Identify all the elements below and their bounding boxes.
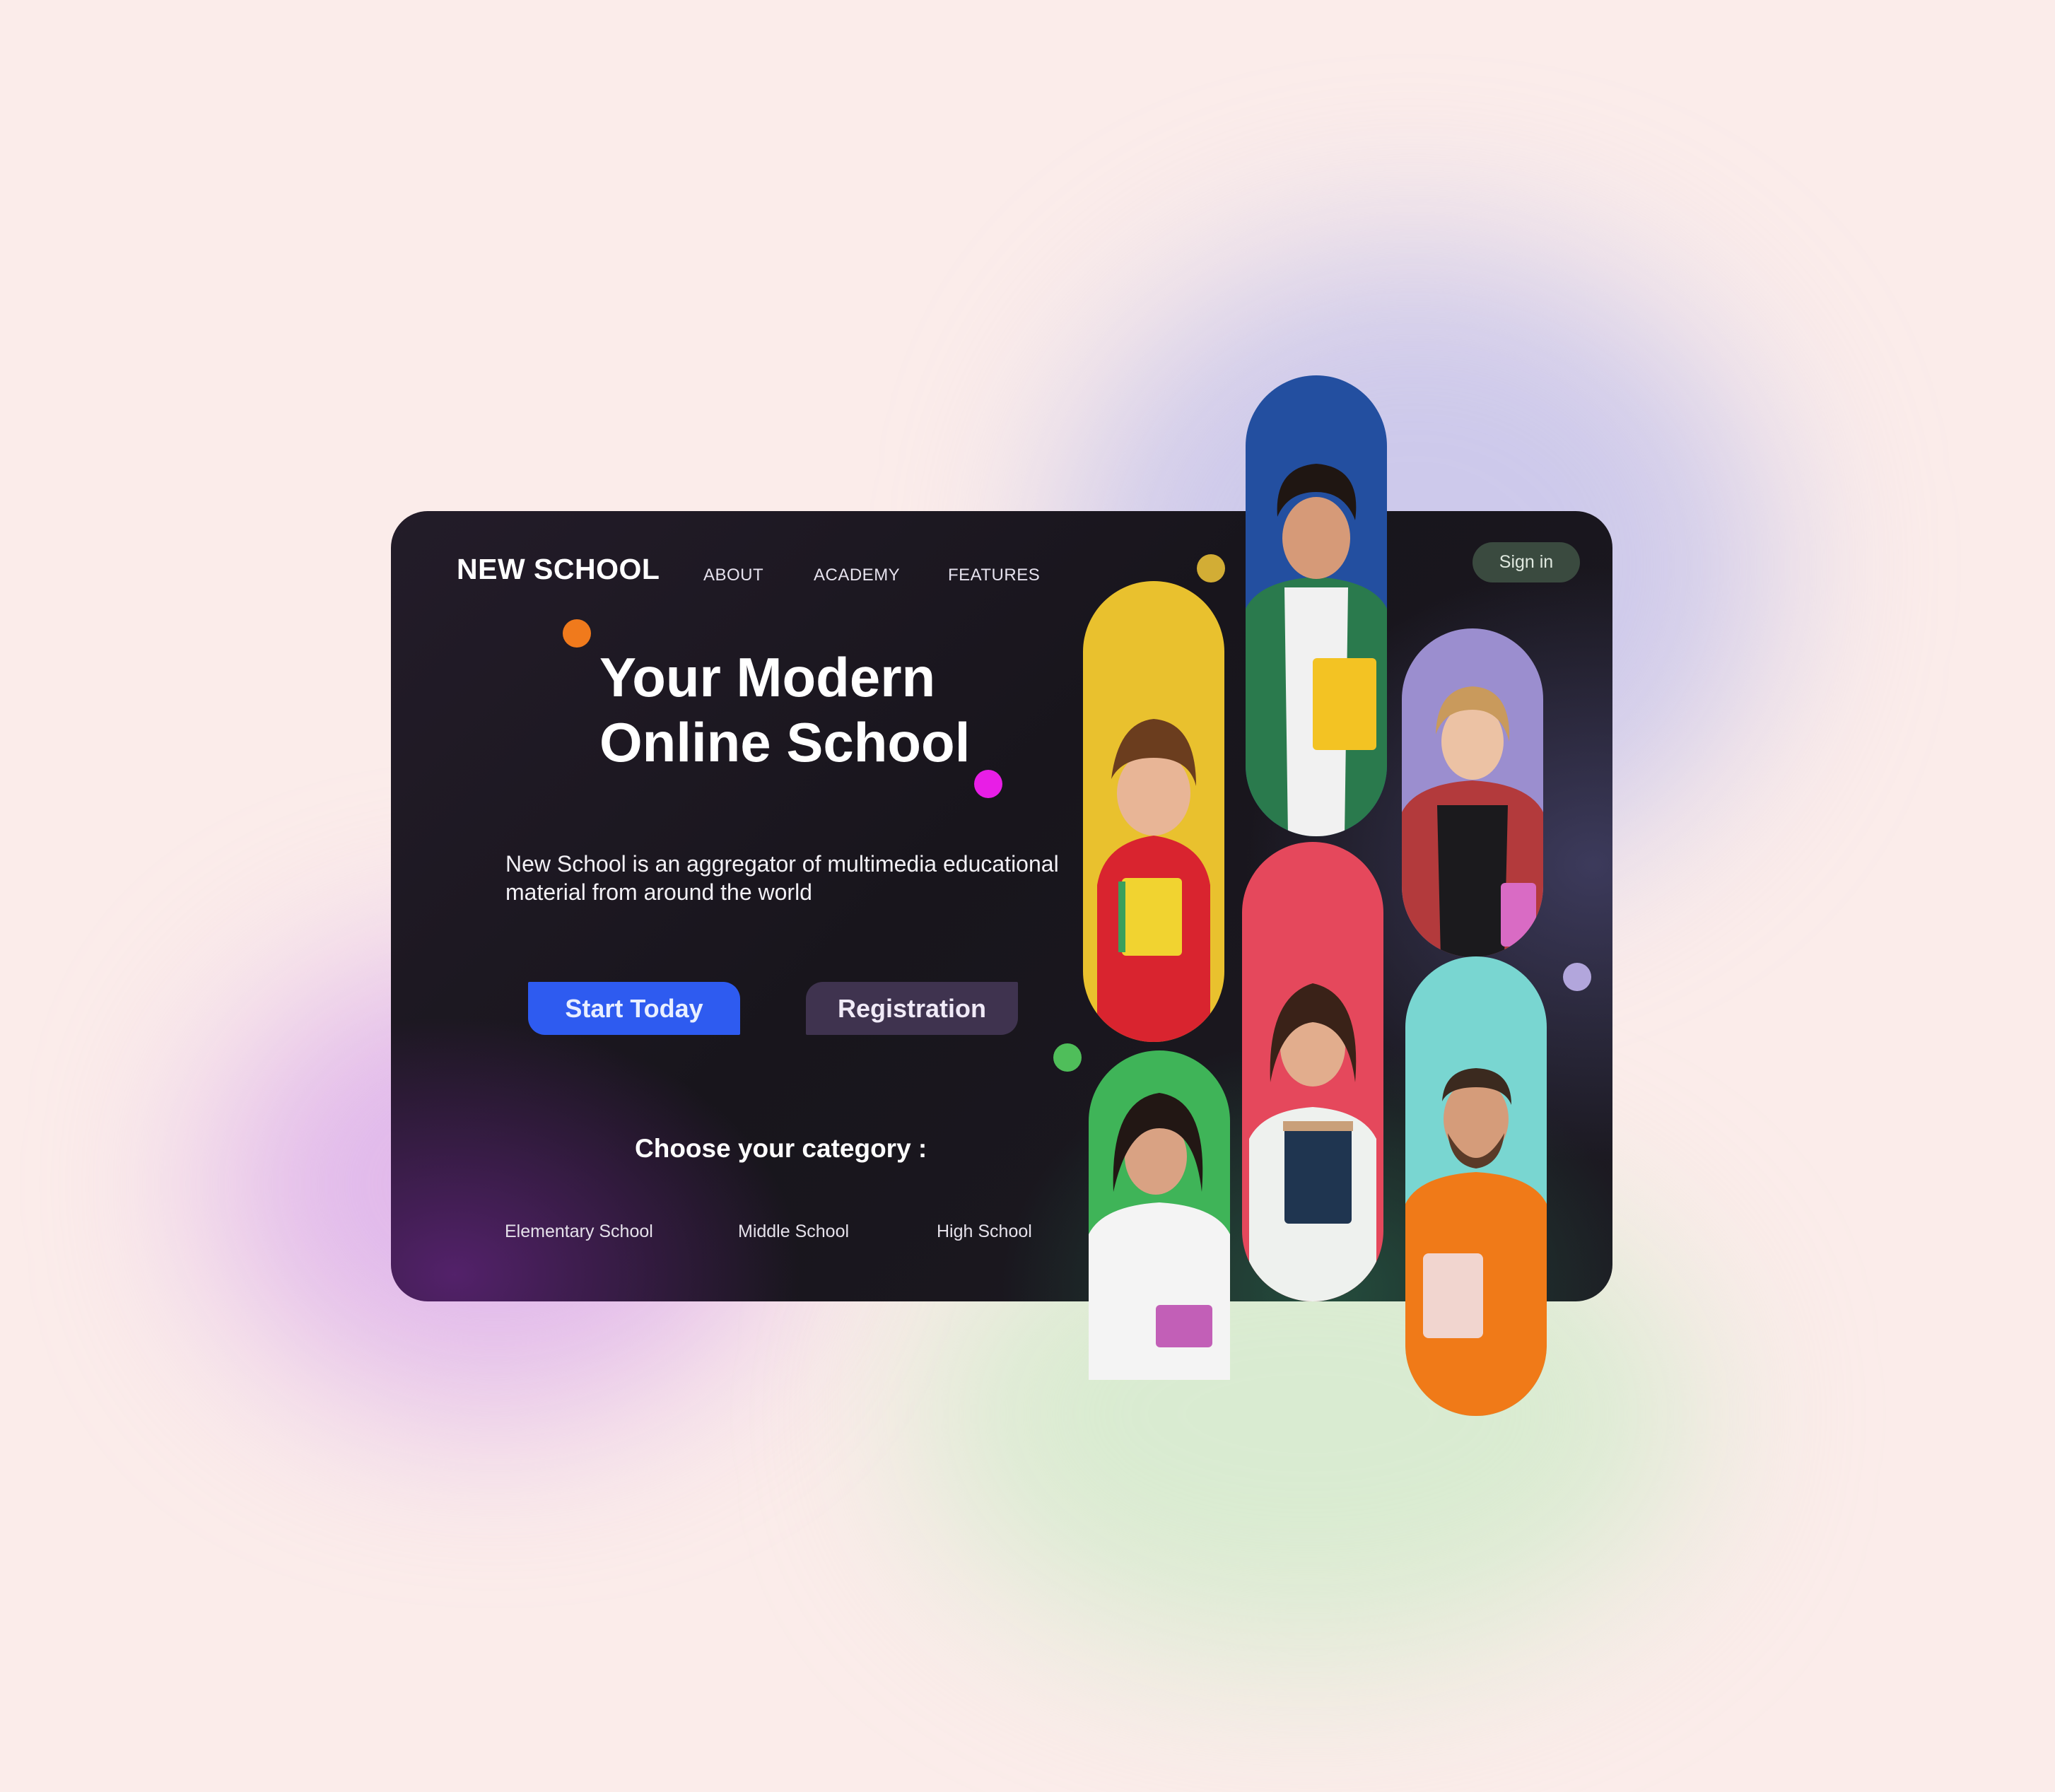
decor-dot-magenta [974,770,1002,798]
decor-dot-green [1053,1043,1082,1072]
student-brunette-books-photo [1242,842,1383,1301]
student-plaid-shirt-photo [1246,375,1387,836]
nav-about[interactable]: ABOUT [703,566,763,585]
decor-dot-lavender [1563,963,1591,991]
hero-title: Your Modern Online School [599,645,970,775]
start-today-button[interactable]: Start Today [528,982,740,1035]
student-orange-sweater-photo [1405,956,1547,1416]
nav-academy[interactable]: ACADEMY [814,566,900,585]
hero-title-line2: Online School [599,711,971,773]
signin-button[interactable]: Sign in [1473,542,1580,582]
hero-description: New School is an aggregator of multimedi… [505,851,1059,905]
hero-title-line1: Your Modern [599,646,936,708]
decor-dot-gold [1197,554,1225,582]
decor-dot-orange [563,619,591,648]
registration-button[interactable]: Registration [806,982,1018,1035]
student-red-hoodie-photo [1083,581,1224,1042]
student-blonde-photo [1402,628,1543,957]
category-high-school[interactable]: High School [937,1222,1032,1242]
category-title: Choose your category : [635,1134,927,1163]
nav-features[interactable]: FEATURES [948,566,1040,585]
category-elementary-school[interactable]: Elementary School [505,1222,653,1242]
brand-logo[interactable]: NEW SCHOOL [457,553,660,586]
student-white-shirt-photo [1089,1050,1230,1380]
category-middle-school[interactable]: Middle School [738,1222,849,1242]
